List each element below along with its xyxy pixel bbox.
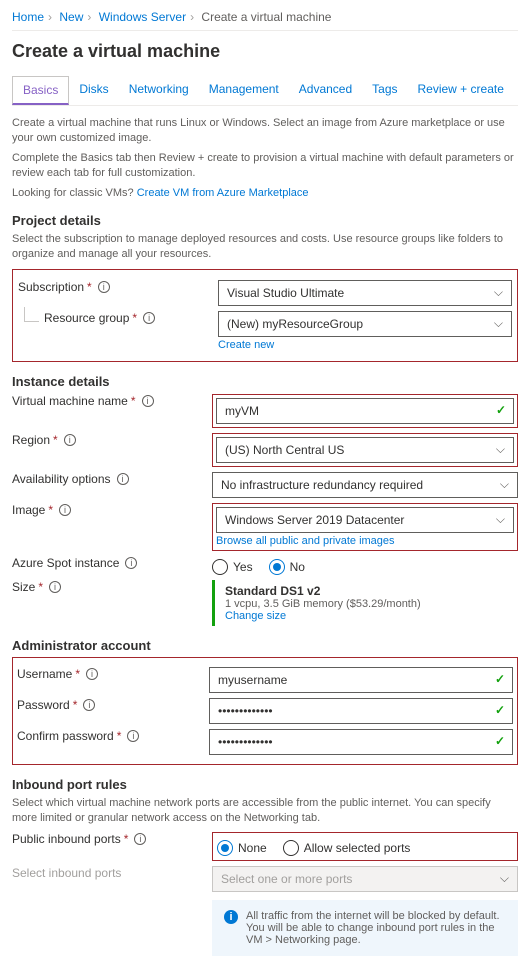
subscription-select[interactable]: Visual Studio Ultimate ⌵ xyxy=(218,280,512,306)
intro-line-3: Looking for classic VMs? Create VM from … xyxy=(12,186,518,201)
spot-yes-label: Yes xyxy=(233,560,253,574)
info-icon[interactable]: i xyxy=(117,473,129,485)
tab-review-create[interactable]: Review + create xyxy=(408,76,514,105)
availability-select[interactable]: No infrastructure redundancy required ⌵ xyxy=(212,472,518,498)
breadcrumb: Home › New › Windows Server › Create a virt… xyxy=(12,10,518,31)
info-icon[interactable]: i xyxy=(98,281,110,293)
chevron-right-icon: › xyxy=(190,10,194,24)
inbound-info-text: All traffic from the internet will be bl… xyxy=(246,910,506,946)
chevron-right-icon: › xyxy=(87,10,91,24)
tab-basics[interactable]: Basics xyxy=(12,76,69,105)
spot-label: Azure Spot instance i xyxy=(12,556,212,570)
breadcrumb-windows-server[interactable]: Windows Server xyxy=(99,10,186,24)
confirm-password-label: Confirm password* i xyxy=(17,729,209,743)
instance-details-heading: Instance details xyxy=(12,374,518,389)
create-new-rg-link[interactable]: Create new xyxy=(218,339,274,351)
inbound-none-label: None xyxy=(238,841,267,855)
image-label: Image* i xyxy=(12,503,212,517)
size-display: Standard DS1 v2 1 vcpu, 3.5 GiB memory (… xyxy=(212,580,518,626)
chevron-down-icon: ⌵ xyxy=(496,442,505,457)
subscription-label: Subscription* i xyxy=(18,280,218,294)
resource-group-select[interactable]: (New) myResourceGroup ⌵ xyxy=(218,311,512,337)
info-icon[interactable]: i xyxy=(49,581,61,593)
region-select[interactable]: (US) North Central US ⌵ xyxy=(216,437,514,463)
inbound-allow-radio[interactable]: Allow selected ports xyxy=(283,840,411,856)
chevron-down-icon: ⌵ xyxy=(500,871,509,886)
chevron-down-icon: ⌵ xyxy=(496,512,505,527)
info-icon[interactable]: i xyxy=(134,833,146,845)
breadcrumb-new[interactable]: New xyxy=(59,10,83,24)
chevron-right-icon: › xyxy=(48,10,52,24)
select-inbound-label: Select inbound ports xyxy=(12,866,212,880)
admin-heading: Administrator account xyxy=(12,638,518,653)
size-name: Standard DS1 v2 xyxy=(225,584,508,598)
tab-disks[interactable]: Disks xyxy=(69,76,118,105)
vm-name-label: Virtual machine name* i xyxy=(12,394,212,408)
inbound-none-radio[interactable]: None xyxy=(217,840,267,856)
create-vm-marketplace-link[interactable]: Create VM from Azure Marketplace xyxy=(137,187,309,199)
project-details-desc: Select the subscription to manage deploy… xyxy=(12,232,518,263)
spot-yes-radio[interactable]: Yes xyxy=(212,559,253,575)
password-input[interactable] xyxy=(209,698,513,724)
username-label: Username* i xyxy=(17,667,209,681)
vm-name-input[interactable] xyxy=(216,398,514,424)
region-label: Region* i xyxy=(12,433,212,447)
info-icon[interactable]: i xyxy=(83,699,95,711)
password-label: Password* i xyxy=(17,698,209,712)
select-inbound-ports-select: Select one or more ports ⌵ xyxy=(212,866,518,892)
breadcrumb-home[interactable]: Home xyxy=(12,10,44,24)
size-detail: 1 vcpu, 3.5 GiB memory ($53.29/month) xyxy=(225,598,508,610)
public-inbound-label: Public inbound ports* i xyxy=(12,832,212,846)
browse-images-link[interactable]: Browse all public and private images xyxy=(216,535,395,547)
resource-group-label: Resource group* i xyxy=(18,311,218,325)
confirm-password-input[interactable] xyxy=(209,729,513,755)
info-icon[interactable]: i xyxy=(125,557,137,569)
image-select[interactable]: Windows Server 2019 Datacenter ⌵ xyxy=(216,507,514,533)
availability-label: Availability options i xyxy=(12,472,212,486)
intro-line-2: Complete the Basics tab then Review + cr… xyxy=(12,151,518,182)
info-icon[interactable]: i xyxy=(142,395,154,407)
breadcrumb-current: Create a virtual machine xyxy=(201,10,331,24)
spot-no-label: No xyxy=(290,560,305,574)
tab-advanced[interactable]: Advanced xyxy=(289,76,362,105)
info-icon: i xyxy=(224,910,238,924)
inbound-info-box: i All traffic from the internet will be … xyxy=(212,900,518,956)
info-icon[interactable]: i xyxy=(59,504,71,516)
chevron-down-icon: ⌵ xyxy=(500,477,509,492)
tab-tags[interactable]: Tags xyxy=(362,76,407,105)
info-icon[interactable]: i xyxy=(64,434,76,446)
info-icon[interactable]: i xyxy=(86,668,98,680)
spot-no-radio[interactable]: No xyxy=(269,559,305,575)
chevron-down-icon: ⌵ xyxy=(494,285,503,300)
classic-vm-prompt: Looking for classic VMs? xyxy=(12,187,137,199)
ports-heading: Inbound port rules xyxy=(12,777,518,792)
size-label: Size* i xyxy=(12,580,212,594)
inbound-allow-label: Allow selected ports xyxy=(304,841,411,855)
tab-networking[interactable]: Networking xyxy=(119,76,199,105)
project-details-heading: Project details xyxy=(12,213,518,228)
tab-management[interactable]: Management xyxy=(199,76,289,105)
info-icon[interactable]: i xyxy=(127,730,139,742)
change-size-link[interactable]: Change size xyxy=(225,610,286,622)
tabs: Basics Disks Networking Management Advan… xyxy=(12,76,518,106)
username-input[interactable] xyxy=(209,667,513,693)
intro-line-1: Create a virtual machine that runs Linux… xyxy=(12,116,518,147)
page-title: Create a virtual machine xyxy=(12,41,518,62)
chevron-down-icon: ⌵ xyxy=(494,316,503,331)
ports-desc: Select which virtual machine network por… xyxy=(12,796,518,827)
info-icon[interactable]: i xyxy=(143,312,155,324)
